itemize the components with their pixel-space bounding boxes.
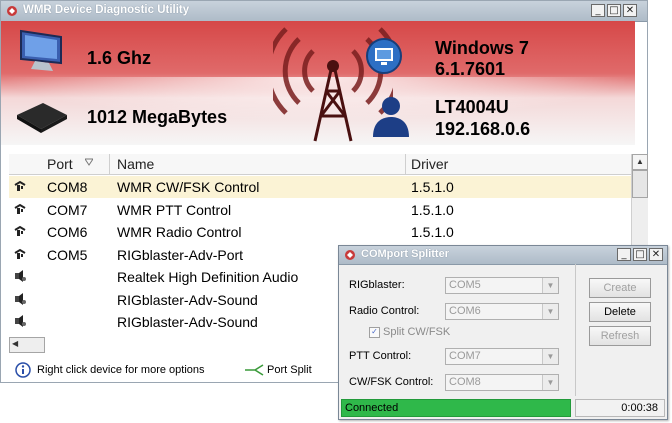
horizontal-scrollbar[interactable]: ◀ [9,337,45,353]
row-port: COM7 [47,201,88,218]
radio-control-select[interactable]: COM6 ▼ [445,303,559,320]
os-name: Windows 7 [435,38,529,58]
speaker-icon [15,270,26,282]
user-icon [373,97,409,137]
monitor-icon [20,29,62,71]
row-name: WMR CW/FSK Control [117,179,260,195]
system-info-banner: 1.6 Ghz 1012 MegaBytes Windows 7 6.1.760… [1,21,635,145]
main-title-bar[interactable]: WMR Device Diagnostic Utility _ □ ✕ [1,1,647,22]
dialog-form: RIGblaster: COM5 ▼ Radio Control: COM6 ▼… [339,264,576,396]
dialog-title: COMport Splitter [361,248,449,260]
ptt-control-select[interactable]: COM7 ▼ [445,348,559,365]
connection-timer: 0:00:38 [621,402,658,414]
chevron-down-icon[interactable]: ▼ [542,375,558,390]
chevron-down-icon[interactable]: ▼ [542,349,558,364]
connection-status: Connected [345,402,399,414]
serial-port-icon [14,248,26,259]
app-logo-icon [345,250,355,260]
refresh-button[interactable]: Refresh [589,326,651,346]
table-row[interactable]: COM7 WMR PTT Control 1.5.1.0 [9,199,631,221]
info-icon [15,362,31,378]
maximize-button[interactable]: □ [607,4,621,17]
row-port: COM5 [47,246,88,263]
split-cwfsk-label: Split CW/FSK [383,326,451,338]
main-window-title: WMR Device Diagnostic Utility [23,4,190,16]
os-version: 6.1.7601 [435,59,506,79]
serial-port-icon [14,225,26,236]
row-port: COM8 [47,179,88,195]
sort-descending-icon [85,158,93,166]
rigblaster-label: RIGblaster: [349,279,405,291]
table-row[interactable]: COM6 WMR Radio Control 1.5.1.0 [9,221,631,243]
chevron-down-icon[interactable]: ▼ [542,304,558,319]
app-logo-icon [7,6,17,16]
connection-status-bar: Connected [341,399,571,417]
split-cwfsk-checkbox[interactable]: ✓ [369,327,380,338]
cwfsk-control-label: CW/FSK Control: [349,376,434,388]
close-button[interactable]: ✕ [623,4,637,17]
scroll-up-icon[interactable]: ▲ [632,154,648,170]
ptt-control-label: PTT Control: [349,350,412,362]
table-row[interactable]: COM8 WMR CW/FSK Control 1.5.1.0 [9,176,631,198]
ptt-control-value: COM7 [449,350,481,362]
ip-address: 192.168.0.6 [435,119,531,139]
row-name: RIGblaster-Adv-Sound [117,314,258,330]
row-name: RIGblaster-Adv-Sound [117,291,258,308]
scroll-thumb[interactable] [632,170,648,198]
windows-os-icon [366,38,402,74]
row-name: WMR Radio Control [117,224,242,240]
device-table-header: Port Name Driver [9,154,631,175]
column-driver[interactable]: Driver [411,156,448,172]
timer-panel: 0:00:38 [575,399,665,417]
computer-name: LT4004U [435,97,509,117]
cwfsk-control-value: COM8 [449,376,481,388]
column-port[interactable]: Port [47,156,73,172]
serial-port-icon [14,180,26,191]
column-separator[interactable] [405,154,406,174]
speaker-icon [15,315,26,327]
dialog-maximize-button[interactable]: □ [633,248,647,261]
memory-size: 1012 MegaBytes [87,107,228,127]
minimize-button[interactable]: _ [591,4,605,17]
dialog-title-bar[interactable]: COMport Splitter _ □ ✕ [339,246,667,265]
comport-splitter-dialog: COMport Splitter _ □ ✕ RIGblaster: COM5 … [338,245,668,420]
dialog-minimize-button[interactable]: _ [617,248,631,261]
cpu-speed: 1.6 Ghz [87,48,152,68]
rigblaster-select[interactable]: COM5 ▼ [445,277,559,294]
status-hint: Right click device for more options [37,364,205,376]
row-port: COM6 [47,224,88,240]
row-name: WMR PTT Control [117,201,232,218]
main-status-bar: Right click device for more options Port… [1,357,349,383]
memory-chip-icon [17,103,67,133]
radio-control-value: COM6 [449,305,481,317]
create-button[interactable]: Create [589,278,651,298]
scroll-left-icon[interactable]: ◀ [12,339,18,348]
delete-button[interactable]: Delete [589,302,651,322]
port-split-icon [245,364,264,376]
column-name[interactable]: Name [117,156,154,172]
dialog-close-button[interactable]: ✕ [649,248,663,261]
port-split-button[interactable]: Port Split [267,364,312,376]
row-driver: 1.5.1.0 [411,179,454,195]
row-driver: 1.5.1.0 [411,201,454,218]
speaker-icon [15,292,26,305]
rigblaster-value: COM5 [449,279,481,291]
chevron-down-icon[interactable]: ▼ [542,278,558,293]
column-separator[interactable] [109,154,110,174]
serial-port-icon [14,203,26,214]
cwfsk-control-select[interactable]: COM8 ▼ [445,374,559,391]
row-driver: 1.5.1.0 [411,224,454,240]
row-name: RIGblaster-Adv-Port [117,246,244,263]
row-name: Realtek High Definition Audio [117,269,299,285]
radio-control-label: Radio Control: [349,305,420,317]
dialog-status-bar: Connected 0:00:38 [341,399,665,417]
